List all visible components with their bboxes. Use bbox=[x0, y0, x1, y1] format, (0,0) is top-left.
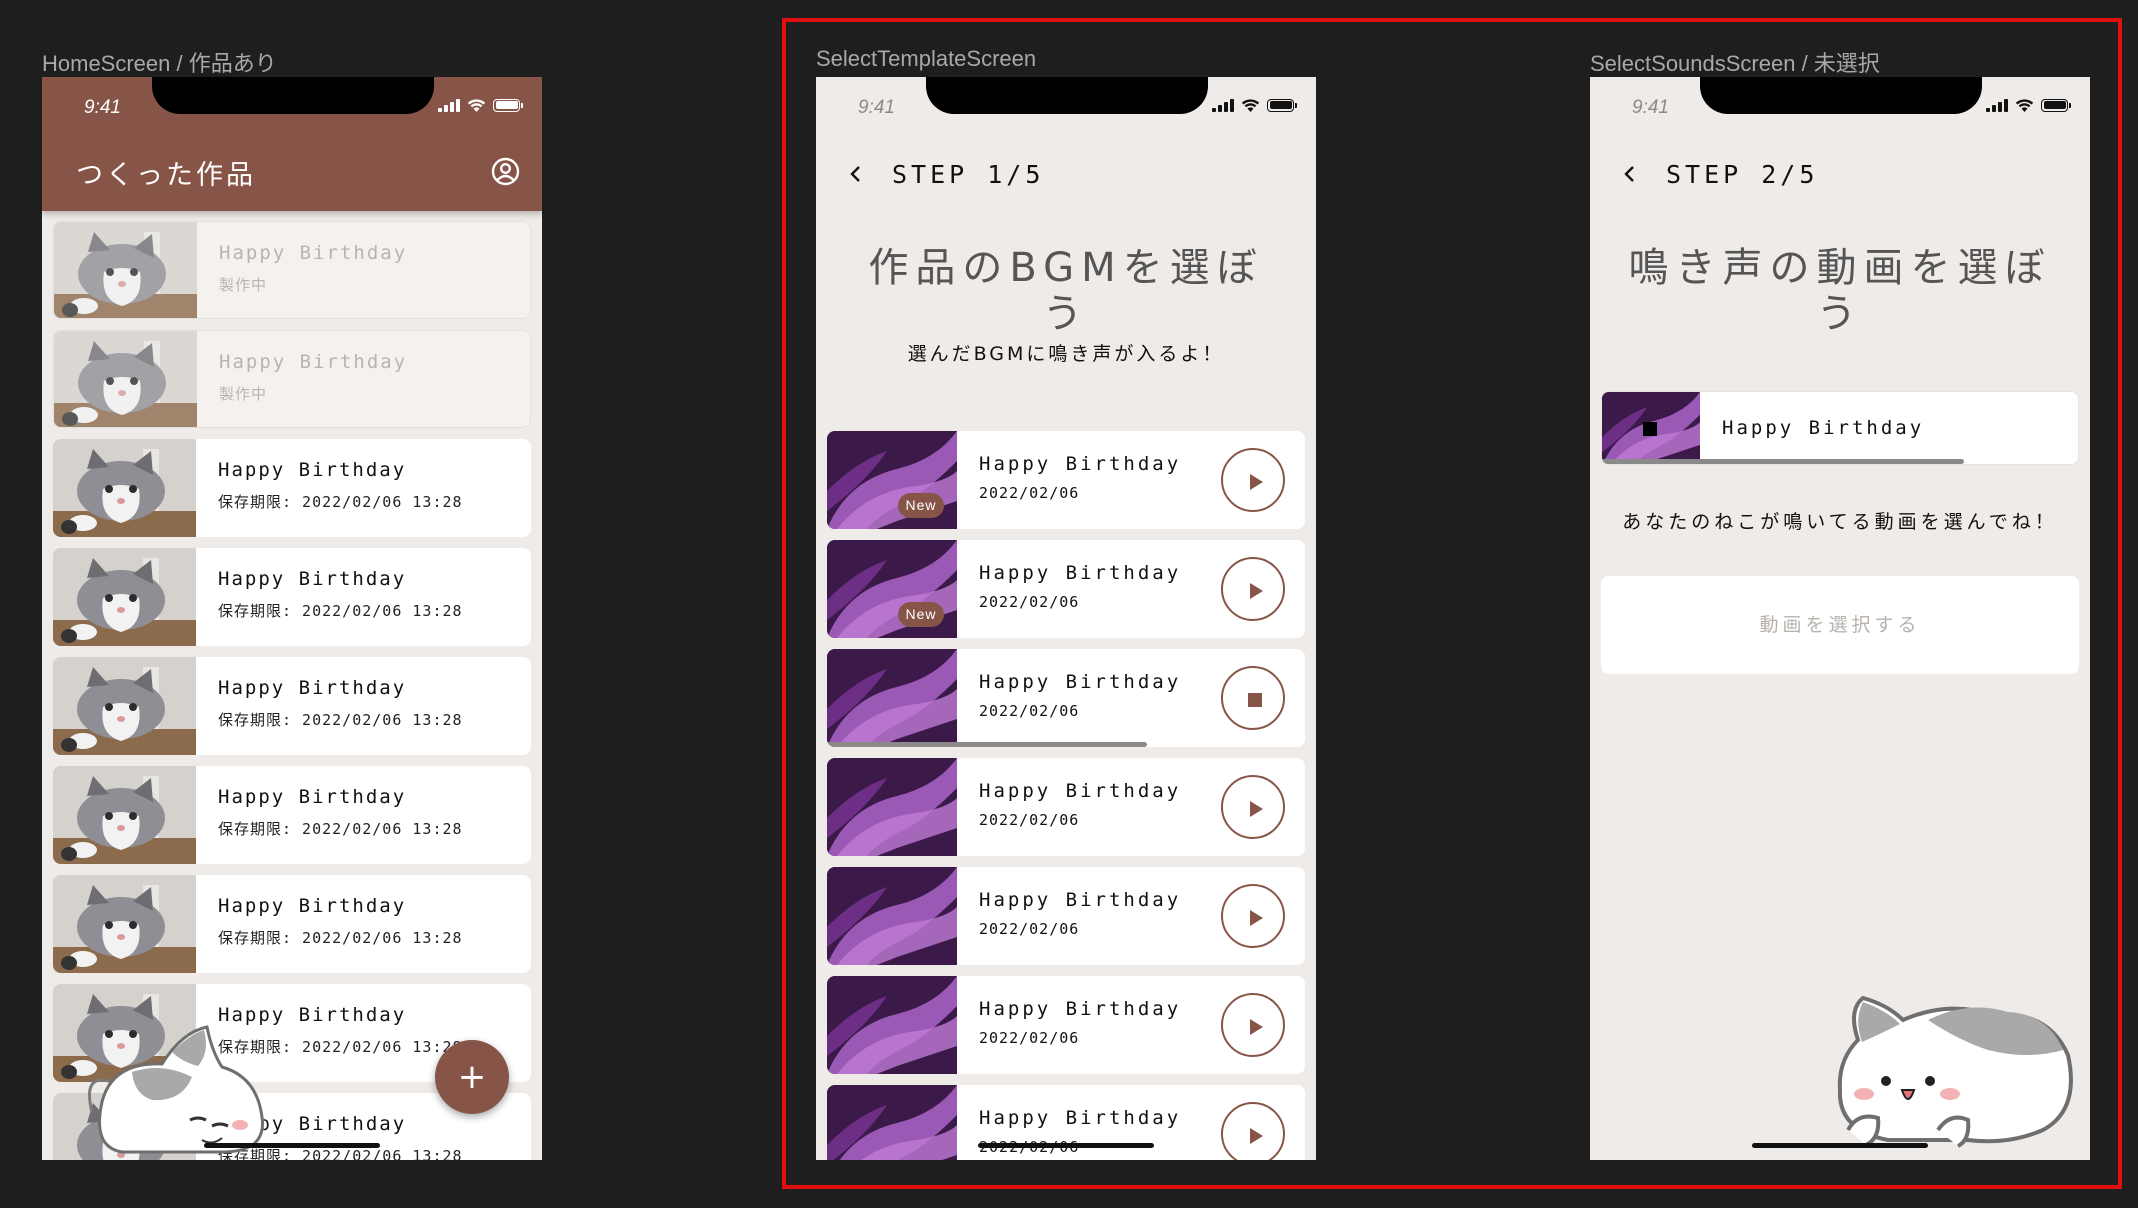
home-indicator bbox=[204, 1143, 380, 1148]
battery-icon bbox=[493, 98, 523, 112]
bgm-thumbnail bbox=[827, 758, 957, 856]
wifi-icon bbox=[2015, 99, 2034, 112]
work-status: 保存期限: 2022/02/06 13:28 bbox=[218, 602, 463, 620]
selected-bgm-progress bbox=[1602, 459, 2078, 464]
selected-bgm-card[interactable]: Happy Birthday bbox=[1601, 391, 2079, 465]
works-list: Happy Birthday 製作中 Happy Birthday 製作中 Ha… bbox=[53, 221, 531, 1160]
notch bbox=[1700, 77, 1982, 114]
work-status: 製作中 bbox=[219, 276, 268, 294]
bgm-template-card[interactable]: New Happy Birthday 2022/02/06 bbox=[827, 431, 1305, 529]
battery-icon bbox=[1267, 98, 1297, 112]
bgm-template-card[interactable]: Happy Birthday 2022/02/06 bbox=[827, 649, 1305, 747]
battery-icon bbox=[2041, 98, 2071, 112]
status-bar: 9:41 bbox=[42, 77, 542, 121]
work-status: 保存期限: 2022/02/06 13:28 bbox=[218, 929, 463, 947]
add-work-button[interactable]: + bbox=[435, 1040, 509, 1114]
status-bar: 9:41 bbox=[1590, 77, 2090, 121]
work-card[interactable]: Happy Birthday 製作中 bbox=[53, 330, 531, 428]
play-button[interactable] bbox=[1221, 1102, 1285, 1160]
work-thumbnail bbox=[53, 657, 196, 755]
profile-icon[interactable] bbox=[491, 157, 520, 186]
signal-icon bbox=[1212, 98, 1234, 112]
work-title: Happy Birthday bbox=[218, 895, 407, 917]
work-title: Happy Birthday bbox=[219, 242, 408, 264]
page-title: 作品のBGMを選ぼう bbox=[868, 245, 1264, 337]
work-status: 保存期限: 2022/02/06 13:28 bbox=[218, 711, 463, 729]
work-title: Happy Birthday bbox=[218, 786, 407, 808]
play-button[interactable] bbox=[1221, 884, 1285, 948]
instruction-text: あなたのねこが鳴いてる動画を選んでね！ bbox=[1622, 511, 2058, 533]
select-video-button[interactable]: 動画を選択する bbox=[1601, 576, 2079, 674]
bgm-template-card[interactable]: Happy Birthday 2022/02/06 bbox=[827, 867, 1305, 965]
bgm-thumbnail bbox=[827, 867, 957, 965]
work-thumbnail bbox=[54, 331, 197, 427]
selected-bgm-title: Happy Birthday bbox=[1722, 417, 1925, 439]
home-indicator bbox=[1752, 1143, 1928, 1148]
wifi-icon bbox=[467, 99, 486, 112]
work-card[interactable]: Happy Birthday 保存期限: 2022/02/06 13:28 bbox=[53, 875, 531, 973]
signal-icon bbox=[438, 98, 460, 112]
page-subtitle: 選んだBGMに鳴き声が入るよ！ bbox=[907, 343, 1225, 365]
status-time: 9:41 bbox=[858, 97, 895, 118]
select-template-screen: 9:41 STEP 1/5 作品のBGMを選ぼう 選んだBGMに鳴き声が入るよ！… bbox=[816, 77, 1316, 1160]
home-indicator bbox=[978, 1143, 1154, 1148]
work-status: 保存期限: 2022/02/06 13:28 bbox=[218, 820, 463, 838]
sleeping-cat-illustration bbox=[88, 1025, 264, 1154]
work-card[interactable]: Happy Birthday 製作中 bbox=[53, 221, 531, 319]
back-chevron-icon[interactable] bbox=[846, 164, 866, 184]
play-button[interactable] bbox=[1221, 993, 1285, 1057]
play-button[interactable] bbox=[1221, 557, 1285, 621]
wifi-icon bbox=[1241, 99, 1260, 112]
notch bbox=[152, 77, 434, 114]
work-thumbnail bbox=[53, 875, 196, 973]
status-bar: 9:41 bbox=[816, 77, 1316, 121]
work-status: 保存期限: 2022/02/06 13:28 bbox=[218, 493, 463, 511]
work-thumbnail bbox=[54, 222, 197, 318]
new-badge: New bbox=[898, 602, 944, 627]
page-title: つくった作品 bbox=[76, 160, 256, 191]
bgm-thumbnail bbox=[827, 1085, 957, 1160]
work-card[interactable]: Happy Birthday 保存期限: 2022/02/06 13:28 bbox=[53, 548, 531, 646]
bgm-template-list: New Happy Birthday 2022/02/06 New Happy … bbox=[827, 431, 1305, 1160]
work-thumbnail bbox=[53, 548, 196, 646]
stop-icon[interactable] bbox=[1643, 422, 1657, 436]
work-title: Happy Birthday bbox=[219, 351, 408, 373]
status-time: 9:41 bbox=[84, 97, 121, 118]
work-title: Happy Birthday bbox=[218, 677, 407, 699]
bgm-template-card[interactable]: Happy Birthday 2022/02/06 bbox=[827, 758, 1305, 856]
new-badge: New bbox=[898, 493, 944, 518]
work-title: Happy Birthday bbox=[218, 568, 407, 590]
bgm-thumbnail bbox=[827, 976, 957, 1074]
bgm-thumbnail bbox=[1602, 392, 1700, 464]
cat-mascot-illustration bbox=[1837, 995, 2073, 1148]
back-chevron-icon[interactable] bbox=[1620, 164, 1640, 184]
notch bbox=[926, 77, 1208, 114]
frame-label-home: HomeScreen / 作品あり bbox=[42, 51, 277, 76]
play-button[interactable] bbox=[1221, 775, 1285, 839]
status-time: 9:41 bbox=[1632, 97, 1669, 118]
page-title: 鳴き声の動画を選ぼう bbox=[1628, 245, 2052, 337]
bgm-template-card[interactable]: Happy Birthday 2022/02/06 bbox=[827, 976, 1305, 1074]
step-indicator: STEP 2/5 bbox=[1666, 159, 1819, 189]
work-card[interactable]: Happy Birthday 保存期限: 2022/02/06 13:28 bbox=[53, 766, 531, 864]
step-indicator: STEP 1/5 bbox=[892, 159, 1045, 189]
work-thumbnail bbox=[53, 766, 196, 864]
work-card[interactable]: Happy Birthday 保存期限: 2022/02/06 13:28 bbox=[53, 439, 531, 537]
stop-button[interactable] bbox=[1221, 666, 1285, 730]
bgm-thumbnail bbox=[827, 649, 957, 747]
work-card[interactable]: Happy Birthday 保存期限: 2022/02/06 13:28 bbox=[53, 657, 531, 755]
play-button[interactable] bbox=[1221, 448, 1285, 512]
select-sounds-screen: 9:41 STEP 2/5 鳴き声の動画を選ぼう Happy Birthday … bbox=[1590, 77, 2090, 1160]
bgm-thumbnail: New bbox=[827, 540, 957, 638]
playback-progress bbox=[827, 742, 1305, 747]
home-screen: つくった作品 9:41 Happy Birthday 製作中 Happy Bir… bbox=[42, 77, 542, 1160]
work-title: Happy Birthday bbox=[218, 459, 407, 481]
bgm-template-card[interactable]: Happy Birthday 2022/02/06 bbox=[827, 1085, 1305, 1160]
work-status: 製作中 bbox=[219, 385, 268, 403]
bgm-thumbnail: New bbox=[827, 431, 957, 529]
work-thumbnail bbox=[53, 439, 196, 537]
signal-icon bbox=[1986, 98, 2008, 112]
bgm-template-card[interactable]: New Happy Birthday 2022/02/06 bbox=[827, 540, 1305, 638]
